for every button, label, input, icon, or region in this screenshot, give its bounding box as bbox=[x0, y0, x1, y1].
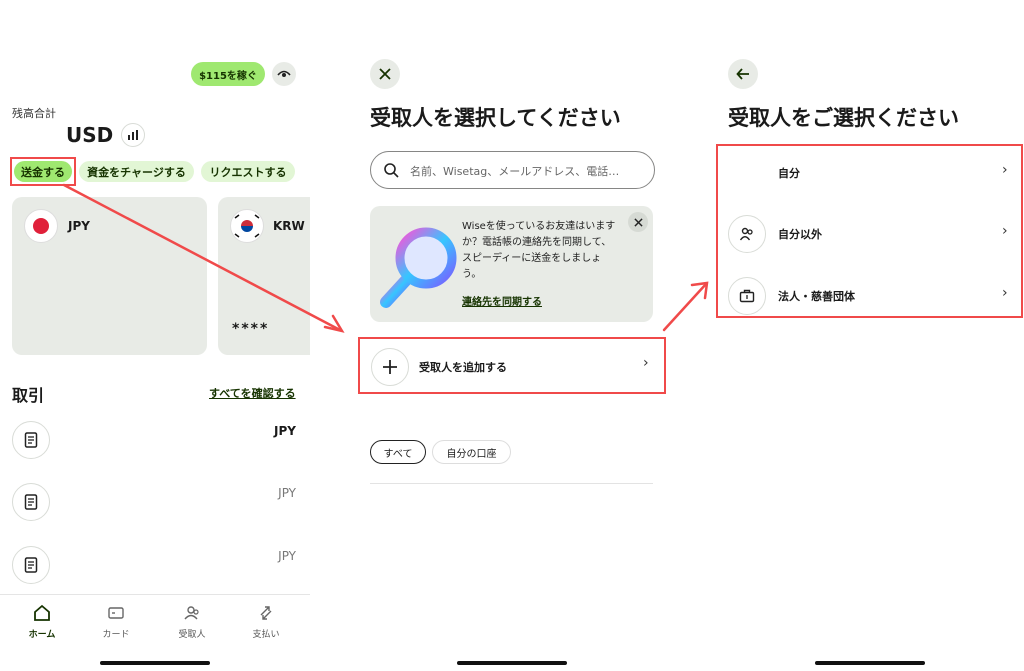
sync-contacts-link[interactable]: 連絡先を同期する bbox=[462, 293, 542, 308]
filter-all-chip[interactable]: すべて bbox=[370, 440, 426, 464]
payments-arrows-icon bbox=[260, 606, 272, 620]
account-currency: KRW bbox=[273, 219, 305, 233]
account-currency: JPY bbox=[68, 219, 90, 233]
add-money-button[interactable]: 資金をチャージする bbox=[79, 161, 194, 182]
nav-label: ホーム bbox=[28, 630, 56, 640]
receipt-icon bbox=[24, 557, 38, 573]
card-icon bbox=[108, 607, 124, 619]
arrow-head-2 bbox=[690, 281, 709, 300]
recipients-icon bbox=[184, 606, 199, 620]
filter-own-accounts-chip[interactable]: 自分の口座 bbox=[432, 440, 511, 464]
eye-icon bbox=[277, 70, 291, 77]
receipt-icon bbox=[24, 432, 38, 448]
promo-text: Wiseを使っているお友達はいますか？電話帳の連絡先を同期して、スピーディーに送… bbox=[462, 221, 616, 280]
nav-payments[interactable]: 支払い bbox=[236, 603, 296, 640]
home-screen: $115を稼ぐ 残高合計 USD 送金する 資金をチャージする リクエストする … bbox=[0, 0, 310, 671]
earn-reward-button[interactable]: $115を稼ぐ bbox=[191, 62, 265, 86]
nav-recipients[interactable]: 受取人 bbox=[162, 603, 222, 640]
nav-home[interactable]: ホーム bbox=[12, 603, 72, 640]
recipient-type-screen: 受取人をご選択ください 自分 › 自分以外 › 法人・慈善団体 › bbox=[716, 0, 1024, 671]
balance-label: 残高合計 bbox=[12, 107, 56, 120]
transaction-currency: JPY bbox=[274, 424, 296, 438]
receipt-icon bbox=[24, 494, 38, 510]
transaction-icon[interactable] bbox=[12, 421, 50, 459]
account-card-jpy[interactable]: JPY bbox=[12, 197, 207, 355]
transactions-title: 取引 bbox=[12, 386, 45, 405]
balance-currency: USD bbox=[66, 123, 114, 147]
nav-label: 受取人 bbox=[178, 630, 206, 640]
japan-flag-icon bbox=[24, 209, 58, 243]
search-placeholder: 名前、Wisetag、メールアドレス、電話… bbox=[410, 165, 620, 178]
sync-contacts-promo: Wiseを使っているお友達はいますか？電話帳の連絡先を同期して、スピーディーに送… bbox=[370, 206, 653, 322]
request-button[interactable]: リクエストする bbox=[201, 161, 295, 182]
arrow-left-icon bbox=[736, 68, 749, 80]
home-indicator bbox=[100, 661, 210, 665]
magnifier-illustration-icon bbox=[380, 227, 457, 308]
transaction-currency: JPY bbox=[278, 486, 296, 500]
search-input[interactable]: 名前、Wisetag、メールアドレス、電話… bbox=[370, 151, 655, 189]
arrow-head-1 bbox=[323, 314, 345, 333]
page-title: 受取人をご選択ください bbox=[728, 106, 959, 130]
page-title: 受取人を選択してください bbox=[370, 106, 621, 130]
account-card-krw[interactable]: KRW **** bbox=[218, 197, 310, 355]
see-all-link[interactable]: すべてを確認する bbox=[209, 385, 296, 401]
nav-label: カード bbox=[102, 630, 130, 640]
highlight-send-button bbox=[10, 157, 76, 186]
hide-balance-button[interactable] bbox=[272, 62, 296, 86]
arrow-line-2 bbox=[662, 282, 708, 332]
select-recipient-screen: 受取人を選択してください 名前、Wisetag、メールアドレス、電話… Wise… bbox=[358, 0, 668, 671]
highlight-recipient-options bbox=[716, 144, 1023, 318]
home-indicator bbox=[815, 661, 925, 665]
home-icon bbox=[34, 604, 50, 621]
divider bbox=[370, 483, 653, 484]
transaction-icon[interactable] bbox=[12, 483, 50, 521]
korea-flag-icon bbox=[230, 209, 264, 243]
insights-button[interactable] bbox=[121, 123, 145, 147]
back-button[interactable] bbox=[728, 59, 758, 89]
close-button[interactable] bbox=[370, 59, 400, 89]
transaction-icon[interactable] bbox=[12, 546, 50, 584]
bottom-nav: ホーム カード 受取人 支払い bbox=[0, 594, 310, 655]
nav-label: 支払い bbox=[252, 630, 280, 640]
account-balance-masked: **** bbox=[232, 321, 270, 337]
nav-card[interactable]: カード bbox=[86, 603, 146, 640]
search-icon bbox=[384, 163, 399, 178]
close-icon bbox=[379, 68, 391, 80]
highlight-add-recipient bbox=[358, 337, 666, 394]
bar-chart-icon bbox=[128, 130, 138, 140]
transaction-currency: JPY bbox=[278, 549, 296, 563]
dismiss-promo-button[interactable] bbox=[628, 212, 648, 232]
close-icon bbox=[633, 217, 643, 227]
home-indicator bbox=[457, 661, 567, 665]
